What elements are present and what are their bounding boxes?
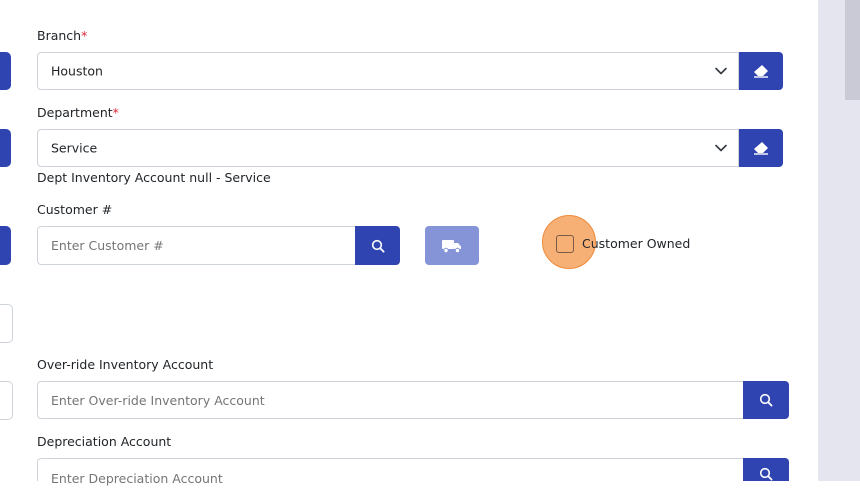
left-edge-outline-1[interactable]: [0, 304, 13, 343]
left-edge-button-3[interactable]: [0, 226, 11, 265]
search-icon: [759, 467, 773, 481]
left-edge-button-2[interactable]: [0, 129, 11, 167]
customer-input-wrap: [37, 226, 356, 265]
chevron-down-icon: [715, 67, 727, 75]
left-edge-outline-2[interactable]: [0, 381, 13, 420]
override-inventory-search-button[interactable]: [743, 381, 789, 419]
depreciation-wrap: [37, 458, 744, 497]
override-inventory-label: Over-ride Inventory Account: [37, 357, 214, 372]
search-icon: [759, 393, 773, 407]
depreciation-input[interactable]: [38, 459, 743, 497]
department-select[interactable]: Service: [37, 129, 739, 167]
branch-select[interactable]: Houston: [37, 52, 739, 90]
department-value: Service: [51, 140, 98, 156]
chevron-down-icon: [715, 144, 727, 152]
customer-input[interactable]: [38, 227, 355, 264]
customer-search-button[interactable]: [355, 226, 400, 265]
required-mark: *: [81, 28, 88, 43]
eraser-icon: [754, 142, 768, 155]
truck-button[interactable]: [425, 226, 479, 265]
override-inventory-wrap: [37, 381, 744, 419]
department-label-text: Department: [37, 105, 113, 120]
override-inventory-input[interactable]: [38, 382, 743, 418]
depreciation-search-button[interactable]: [743, 458, 789, 481]
scrollbar-thumb[interactable]: [845, 0, 860, 100]
truck-icon: [442, 239, 461, 253]
required-mark: *: [112, 105, 119, 120]
branch-label-text: Branch: [37, 28, 82, 43]
customer-label: Customer #: [37, 202, 113, 217]
search-icon: [371, 239, 385, 253]
customer-owned-checkbox[interactable]: [556, 235, 574, 253]
depreciation-label: Depreciation Account: [37, 434, 172, 449]
branch-label: Branch*: [37, 28, 87, 43]
department-clear-button[interactable]: [739, 129, 783, 167]
left-edge-button-1[interactable]: [0, 52, 11, 90]
eraser-icon: [754, 65, 768, 78]
customer-owned-label: Customer Owned: [582, 236, 691, 251]
dept-inventory-note: Dept Inventory Account null - Service: [37, 170, 271, 185]
branch-value: Houston: [51, 63, 103, 79]
department-label: Department*: [37, 105, 119, 120]
branch-clear-button[interactable]: [739, 52, 783, 90]
